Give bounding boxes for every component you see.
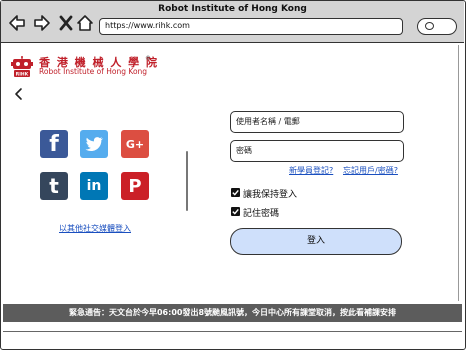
forgot-password-link[interactable]: 忘記用戶/密碼? — [343, 165, 398, 176]
robot-logo-label: RIHK — [16, 72, 29, 78]
pinterest-icon[interactable]: P — [121, 172, 149, 200]
facebook-glyph: f — [49, 131, 59, 157]
title-bar: Robot Institute of Hong Kong https://www… — [1, 1, 464, 43]
forward-arrow-icon[interactable] — [33, 14, 51, 32]
home-icon[interactable] — [76, 14, 94, 32]
google-plus-icon[interactable]: G+ — [121, 130, 149, 158]
pinterest-glyph: P — [128, 175, 142, 197]
tumblr-icon[interactable]: t — [40, 172, 68, 200]
vertical-divider — [186, 151, 188, 211]
username-field[interactable]: 使用者名稱 / 電郵 — [230, 111, 404, 133]
tumblr-glyph: t — [49, 174, 59, 198]
footer-divider — [3, 331, 462, 332]
checkbox-checked-icon[interactable] — [231, 207, 240, 216]
back-chevron-icon[interactable] — [13, 86, 27, 100]
other-social-login-link[interactable]: 以其他社交媒體登入 — [37, 223, 153, 234]
register-link[interactable]: 新學員登記? — [289, 165, 333, 176]
twitter-icon[interactable] — [80, 130, 108, 158]
logo-name-english: Robot Institute of Hong Kong — [39, 67, 148, 76]
site-logo[interactable]: RIHK 香 港 機 械 人 學 院 Robot Institute of Ho… — [11, 54, 161, 80]
scrollbar[interactable] — [458, 45, 464, 301]
password-field[interactable]: 密碼 — [230, 140, 404, 162]
address-bar[interactable]: https://www.rihk.com — [99, 18, 403, 35]
search-icon — [425, 22, 434, 30]
linkedin-glyph: in — [86, 178, 102, 194]
stay-logged-in-label: 讓我保持登入 — [243, 190, 298, 200]
robot-logo-icon: RIHK — [11, 56, 33, 78]
stay-logged-in-checkbox[interactable]: 讓我保持登入 — [231, 187, 341, 200]
browser-window: Robot Institute of Hong Kong https://www… — [0, 0, 466, 350]
login-button[interactable]: 登入 — [230, 228, 402, 255]
remember-password-checkbox[interactable]: 記住密碼 — [231, 206, 341, 219]
checkbox-checked-icon[interactable] — [231, 188, 240, 197]
back-arrow-icon[interactable] — [8, 14, 26, 32]
window-title: Robot Institute of Hong Kong — [158, 4, 307, 14]
close-icon[interactable] — [57, 14, 75, 32]
search-box[interactable] — [417, 18, 457, 35]
facebook-icon[interactable]: f — [40, 130, 68, 158]
remember-password-label: 記住密碼 — [243, 209, 280, 219]
registered-mark: ® — [145, 55, 151, 62]
google-plus-glyph: G+ — [125, 137, 145, 151]
linkedin-icon[interactable]: in — [80, 172, 108, 200]
emergency-notice-bar[interactable]: 緊急通告：天文台於今早06:00發出8號颱風訊號，今日中心所有課堂取消，按此看補… — [3, 304, 462, 322]
